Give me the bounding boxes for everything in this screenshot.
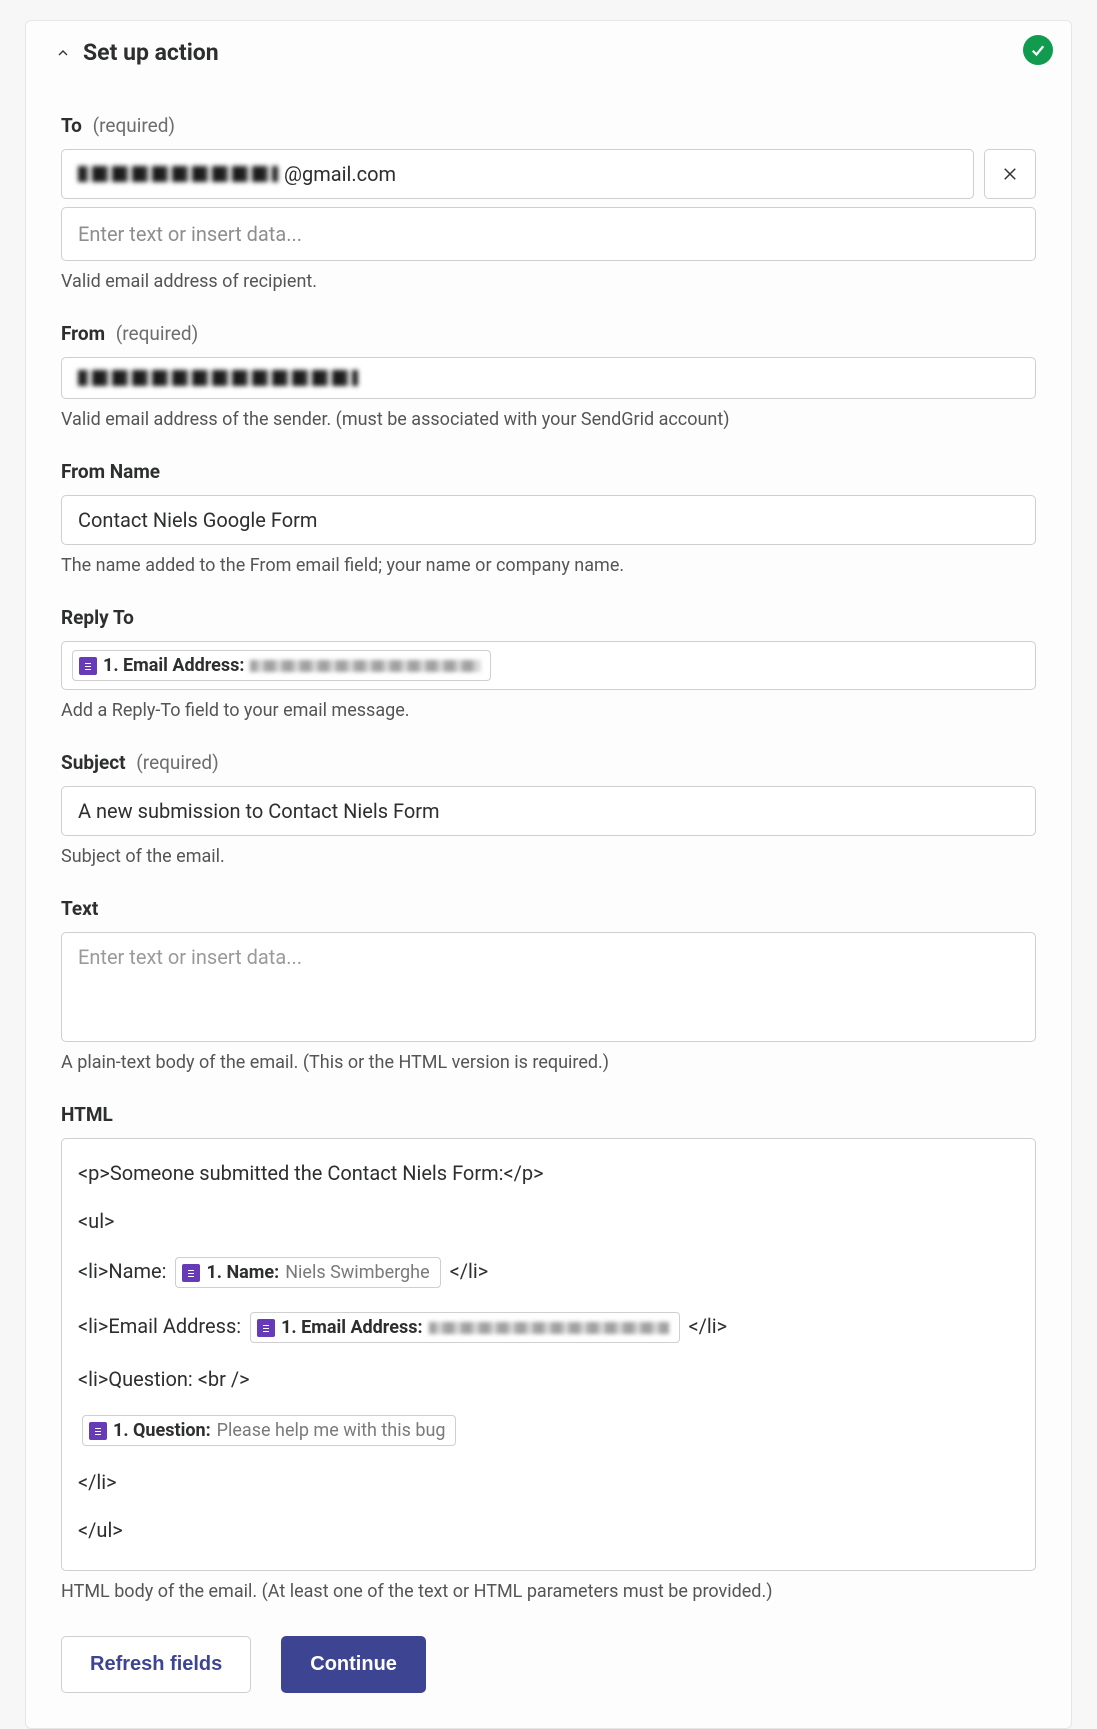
field-label-html: HTML [61,1103,1036,1126]
clear-to-button[interactable] [984,149,1036,199]
form-icon [89,1422,107,1440]
redacted-to-prefix [78,166,278,182]
field-text: Text Enter text or insert data... A plai… [61,897,1036,1073]
to-input[interactable]: @gmail.com [61,149,974,199]
redacted-from-value [78,370,358,386]
panel-title: Set up action [83,39,219,66]
from-name-help: The name added to the From email field; … [61,555,1036,576]
field-from-name: From Name Contact Niels Google Form The … [61,460,1036,576]
field-subject: Subject (required) A new submission to C… [61,751,1036,867]
field-label-from-name: From Name [61,460,1036,483]
redacted-html-email [429,1322,669,1334]
to-help: Valid email address of recipient. [61,271,1036,292]
refresh-fields-button[interactable]: Refresh fields [61,1636,251,1693]
reply-to-pill[interactable]: 1. Email Address: [72,650,491,681]
field-label-from: From (required) [61,322,1036,345]
html-pill-question[interactable]: 1. Question: Please help me with this bu… [82,1415,456,1446]
redacted-reply-to-value [250,660,480,672]
field-html: HTML <p>Someone submitted the Contact Ni… [61,1103,1036,1602]
text-help: A plain-text body of the email. (This or… [61,1052,1036,1073]
from-input[interactable] [61,357,1036,399]
action-row: Refresh fields Continue [61,1636,1036,1693]
reply-to-help: Add a Reply-To field to your email messa… [61,700,1036,721]
form-icon [257,1319,275,1337]
continue-button[interactable]: Continue [281,1636,426,1693]
panel-header[interactable]: Set up action [53,21,1036,84]
field-label-subject: Subject (required) [61,751,1036,774]
field-label-to: To (required) [61,114,1036,137]
subject-help: Subject of the email. [61,846,1036,867]
field-from: From (required) Valid email address of t… [61,322,1036,430]
html-input[interactable]: <p>Someone submitted the Contact Niels F… [61,1138,1036,1571]
form-icon [79,657,97,675]
setup-action-panel: Set up action To (required) @gmail.com E… [25,20,1072,1729]
html-help: HTML body of the email. (At least one of… [61,1581,1036,1602]
html-pill-name[interactable]: 1. Name: Niels Swimberghe [175,1257,440,1288]
from-name-input[interactable]: Contact Niels Google Form [61,495,1036,545]
subject-input[interactable]: A new submission to Contact Niels Form [61,786,1036,836]
field-to: To (required) @gmail.com Enter text or i… [61,114,1036,292]
text-input[interactable]: Enter text or insert data... [61,932,1036,1042]
html-pill-email[interactable]: 1. Email Address: [250,1312,679,1343]
field-label-text: Text [61,897,1036,920]
field-reply-to: Reply To 1. Email Address: Add a Reply-T… [61,606,1036,721]
from-help: Valid email address of the sender. (must… [61,409,1036,430]
field-label-reply-to: Reply To [61,606,1036,629]
chevron-up-icon [53,43,73,63]
reply-to-input[interactable]: 1. Email Address: [61,641,1036,690]
form-icon [182,1264,200,1282]
to-additional-input[interactable]: Enter text or insert data... [61,207,1036,261]
status-success-icon [1023,35,1053,65]
